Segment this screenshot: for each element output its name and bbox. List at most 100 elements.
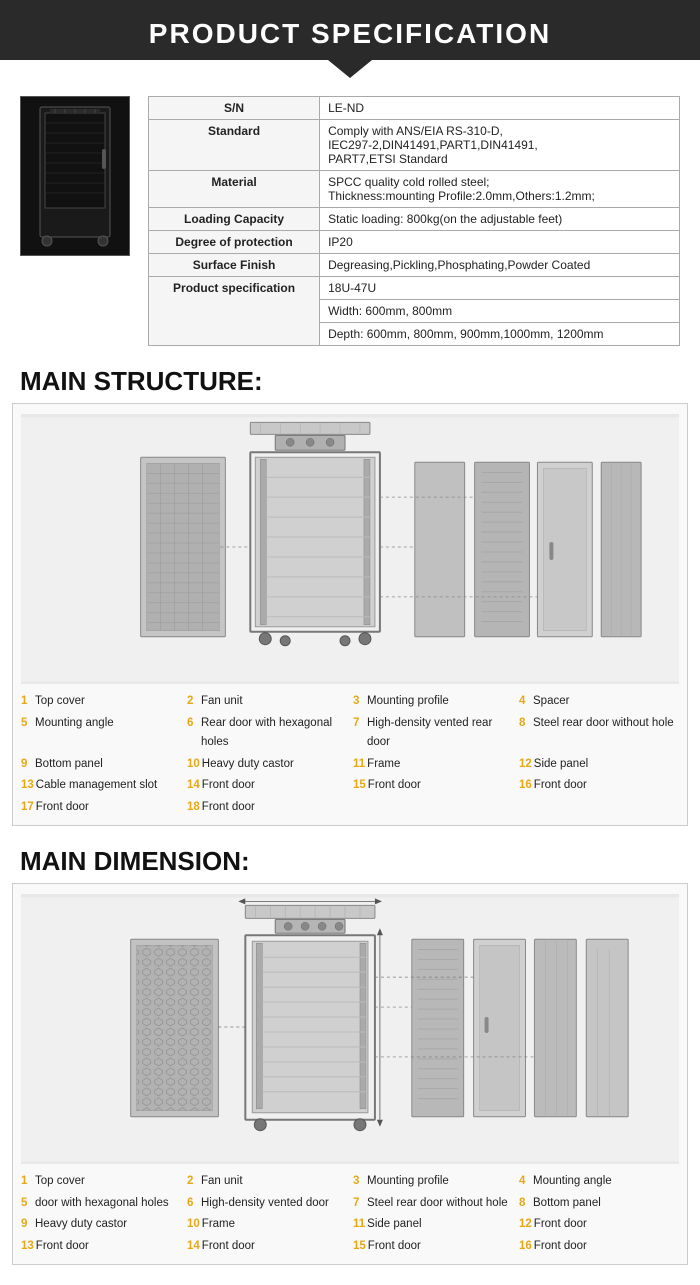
part-label-16: Front door: [534, 776, 587, 796]
part-num-3: 3: [353, 692, 365, 712]
part-item-3: 3 Mounting profile: [353, 692, 513, 712]
spec-value-loading: Static loading: 800kg(on the adjustable …: [320, 208, 680, 231]
part-num-15: 15: [353, 776, 366, 796]
dim-part-num-2: 2: [187, 1172, 199, 1192]
dim-part-num-16: 16: [519, 1237, 532, 1257]
spec-value-protection: IP20: [320, 231, 680, 254]
part-label-8: Steel rear door without hole: [533, 714, 674, 734]
dim-part-label-13: Front door: [36, 1237, 89, 1257]
part-item-15: 15 Front door: [353, 776, 513, 796]
dim-part-item-9: 9 Heavy duty castor: [21, 1215, 181, 1235]
part-num-6: 6: [187, 714, 199, 734]
spec-label-protection: Degree of protection: [149, 231, 320, 254]
part-num-13: 13: [21, 776, 34, 796]
dim-part-item-4: 4 Mounting angle: [519, 1172, 679, 1192]
part-item-17: 17 Front door: [21, 798, 181, 818]
part-label-6: Rear door with hexagonal holes: [201, 714, 347, 753]
dim-part-label-15: Front door: [368, 1237, 421, 1257]
spec-label-material: Material: [149, 171, 320, 208]
dim-part-num-14: 14: [187, 1237, 200, 1257]
part-label-2: Fan unit: [201, 692, 243, 712]
spec-label-surface: Surface Finish: [149, 254, 320, 277]
part-label-13: Cable management slot: [36, 776, 157, 796]
part-num-10: 10: [187, 755, 200, 775]
spec-value-standard: Comply with ANS/EIA RS-310-D,IEC297-2,DI…: [320, 120, 680, 171]
part-item-14: 14 Front door: [187, 776, 347, 796]
part-item-12: 12 Side panel: [519, 755, 679, 775]
dim-part-label-11: Side panel: [367, 1215, 421, 1235]
spec-row-protection: Degree of protection IP20: [149, 231, 680, 254]
part-item-13: 13 Cable management slot: [21, 776, 181, 796]
spec-value-sn: LE-ND: [320, 97, 680, 120]
spec-label-standard: Standard: [149, 120, 320, 171]
part-label-4: Spacer: [533, 692, 569, 712]
dim-part-item-7: 7 Steel rear door without hole: [353, 1194, 513, 1214]
dim-part-label-7: Steel rear door without hole: [367, 1194, 508, 1214]
dim-part-item-8: 8 Bottom panel: [519, 1194, 679, 1214]
spec-section: S/N LE-ND Standard Comply with ANS/EIA R…: [0, 78, 700, 356]
main-dimension-parts-list: 1 Top cover 2 Fan unit 3 Mounting profil…: [21, 1172, 679, 1256]
dim-part-num-11: 11: [353, 1215, 365, 1235]
dim-part-num-3: 3: [353, 1172, 365, 1192]
dim-part-label-4: Mounting angle: [533, 1172, 612, 1192]
part-item-11: 11 Frame: [353, 755, 513, 775]
part-num-14: 14: [187, 776, 200, 796]
part-num-1: 1: [21, 692, 33, 712]
spec-row-productspec: Product specification 18U-47U: [149, 277, 680, 300]
dim-part-item-13: 13 Front door: [21, 1237, 181, 1257]
spec-row-material: Material SPCC quality cold rolled steel;…: [149, 171, 680, 208]
part-num-16: 16: [519, 776, 532, 796]
dim-part-num-9: 9: [21, 1215, 33, 1235]
dim-part-label-10: Frame: [202, 1215, 235, 1235]
part-item-9: 9 Bottom panel: [21, 755, 181, 775]
part-num-11: 11: [353, 755, 365, 775]
spec-value-u: 18U-47U: [320, 277, 680, 300]
main-structure-title: MAIN STRUCTURE:: [0, 356, 700, 403]
dim-part-item-10: 10 Frame: [187, 1215, 347, 1235]
page-title: PRODUCT SPECIFICATION: [10, 18, 690, 50]
dim-part-item-2: 2 Fan unit: [187, 1172, 347, 1192]
dim-part-num-1: 1: [21, 1172, 33, 1192]
dim-part-label-14: Front door: [202, 1237, 255, 1257]
part-item-6: 6 Rear door with hexagonal holes: [187, 714, 347, 753]
dim-part-label-2: Fan unit: [201, 1172, 243, 1192]
dim-part-num-6: 6: [187, 1194, 199, 1214]
dim-part-label-12: Front door: [534, 1215, 587, 1235]
dim-part-num-10: 10: [187, 1215, 200, 1235]
part-label-1: Top cover: [35, 692, 85, 712]
part-label-17: Front door: [36, 798, 89, 818]
spec-value-depth: Depth: 600mm, 800mm, 900mm,1000mm, 1200m…: [320, 323, 680, 346]
main-dimension-title: MAIN DIMENSION:: [0, 836, 700, 883]
main-structure-diagram: [21, 414, 679, 684]
spec-label-sn: S/N: [149, 97, 320, 120]
dim-part-num-12: 12: [519, 1215, 532, 1235]
part-item-2: 2 Fan unit: [187, 692, 347, 712]
part-item-5: 5 Mounting angle: [21, 714, 181, 753]
dim-part-label-9: Heavy duty castor: [35, 1215, 127, 1235]
part-item-16: 16 Front door: [519, 776, 679, 796]
part-item-10: 10 Heavy duty castor: [187, 755, 347, 775]
dim-part-num-8: 8: [519, 1194, 531, 1214]
part-item-7: 7 High-density vented rear door: [353, 714, 513, 753]
spec-value-material: SPCC quality cold rolled steel;Thickness…: [320, 171, 680, 208]
dim-part-num-5: 5: [21, 1194, 33, 1214]
dim-part-item-11: 11 Side panel: [353, 1215, 513, 1235]
part-label-3: Mounting profile: [367, 692, 449, 712]
part-label-18: Front door: [202, 798, 255, 818]
part-label-10: Heavy duty castor: [202, 755, 294, 775]
part-num-9: 9: [21, 755, 33, 775]
dim-part-label-5: door with hexagonal holes: [35, 1194, 169, 1214]
product-image: [20, 96, 130, 256]
part-label-9: Bottom panel: [35, 755, 103, 775]
dim-part-num-15: 15: [353, 1237, 366, 1257]
main-dimension-diagram: [21, 894, 679, 1164]
dim-part-item-1: 1 Top cover: [21, 1172, 181, 1192]
dim-part-label-16: Front door: [534, 1237, 587, 1257]
spec-label-loading: Loading Capacity: [149, 208, 320, 231]
spec-row-surface: Surface Finish Degreasing,Pickling,Phosp…: [149, 254, 680, 277]
main-structure-parts-list: 1 Top cover 2 Fan unit 3 Mounting profil…: [21, 692, 679, 817]
dim-part-item-5: 5 door with hexagonal holes: [21, 1194, 181, 1214]
part-num-7: 7: [353, 714, 365, 734]
part-item-18: 18 Front door: [187, 798, 347, 818]
part-num-2: 2: [187, 692, 199, 712]
